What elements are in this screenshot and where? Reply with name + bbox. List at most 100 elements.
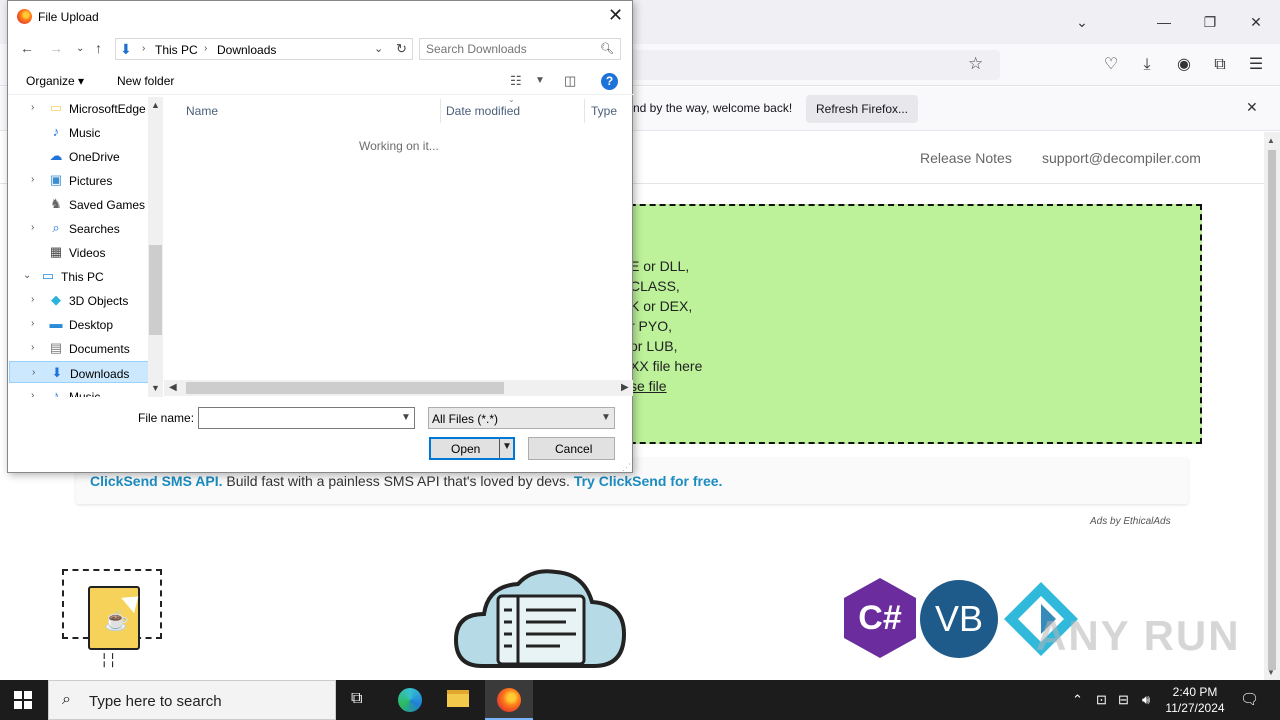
column-divider[interactable] xyxy=(584,99,585,123)
nav-tree-item[interactable]: ♞ Saved Games xyxy=(9,193,149,215)
address-bar[interactable]: ⬇ › This PC › Downloads ⌄ ↻ xyxy=(115,38,413,60)
downloads-icon[interactable]: ⤓ xyxy=(1136,54,1158,76)
file-list-pane[interactable]: ⌄ Name Date modified Type Working on it.… xyxy=(164,95,633,397)
open-split-divider xyxy=(499,439,500,458)
bookmark-star-icon[interactable]: ☆ xyxy=(968,54,983,74)
notification-center-icon[interactable]: 🗨︎ xyxy=(1240,690,1259,708)
nav-tree-item[interactable]: › ▬ Desktop xyxy=(9,313,149,335)
back-arrow-icon[interactable]: ← xyxy=(20,40,34,56)
expand-chevron-icon[interactable]: ⌄ xyxy=(23,270,31,281)
menu-icon[interactable]: ☰ xyxy=(1245,54,1267,76)
refresh-icon[interactable]: ↻ xyxy=(396,41,407,57)
cancel-button[interactable]: Cancel xyxy=(528,437,615,460)
resize-grip-icon[interactable]: ⋰ xyxy=(622,462,631,473)
new-folder-button[interactable]: New folder xyxy=(117,74,174,88)
expand-chevron-icon[interactable]: › xyxy=(31,222,34,233)
ad-credit[interactable]: Ads by EthicalAds xyxy=(1090,516,1171,527)
navigation-scrollbar-thumb[interactable] xyxy=(149,245,162,335)
navigation-scrollbar[interactable]: ▲ ▼ xyxy=(148,97,163,397)
page-scrollbar[interactable]: ▲ ▼ xyxy=(1264,132,1280,680)
nav-tree-item[interactable]: ⌄ ▭ This PC xyxy=(9,265,149,287)
breadcrumb-this-pc[interactable]: This PC xyxy=(155,43,198,57)
column-header-name[interactable]: Name xyxy=(186,104,218,118)
scroll-up-arrow-icon[interactable]: ▲ xyxy=(1267,136,1275,145)
open-button[interactable]: Open ▼ xyxy=(429,437,515,460)
search-downloads-box[interactable]: 🔍︎ xyxy=(419,38,621,60)
file-name-dropdown-icon[interactable]: ▼ xyxy=(401,412,411,423)
nav-tree-item[interactable]: ♪ Music xyxy=(9,121,149,143)
firefox-taskbar-button[interactable] xyxy=(485,680,533,720)
windows-start-icon[interactable] xyxy=(14,691,32,709)
file-name-combobox[interactable]: ▼ xyxy=(198,407,415,429)
nav-support-email[interactable]: support@decompiler.com xyxy=(1042,150,1201,166)
edge-taskbar-button[interactable] xyxy=(386,680,434,720)
expand-chevron-icon[interactable]: › xyxy=(31,342,34,353)
expand-chevron-icon[interactable]: › xyxy=(31,318,34,329)
tab-list-chevron-icon[interactable]: ⌄ xyxy=(1072,12,1092,32)
view-dropdown-icon[interactable]: ▼ xyxy=(535,75,545,86)
ad-brand[interactable]: ClickSend SMS API. xyxy=(90,473,223,489)
system-clock[interactable]: 2:40 PM 11/27/2024 xyxy=(1162,684,1228,716)
nav-tree-item[interactable]: › ◆ 3D Objects xyxy=(9,289,149,311)
organize-button[interactable]: Organize ▾ xyxy=(26,74,84,88)
nav-tree-item[interactable]: › ▣ Pictures xyxy=(9,169,149,191)
nav-tree-item[interactable]: › ▤ Documents xyxy=(9,337,149,359)
address-dropdown-icon[interactable]: ⌄ xyxy=(374,42,383,55)
breadcrumb-downloads[interactable]: Downloads xyxy=(217,43,276,57)
expand-chevron-icon[interactable]: › xyxy=(31,390,34,397)
nav-tree-item[interactable]: › ⌕ Searches xyxy=(9,217,149,239)
file-dropzone[interactable]: E or DLL, CLASS, K or DEX, r PYO, or LUB… xyxy=(600,204,1202,444)
recent-locations-chevron-icon[interactable]: ⌄ xyxy=(76,43,84,54)
horizontal-scrollbar-thumb[interactable] xyxy=(186,382,504,394)
pocket-icon[interactable]: ♡ xyxy=(1100,54,1122,76)
close-window-button[interactable]: ✕ xyxy=(1246,12,1266,32)
help-icon[interactable]: ? xyxy=(601,73,618,90)
scroll-left-icon[interactable]: ◀ xyxy=(169,382,177,393)
horizontal-scrollbar[interactable]: ◀ ▶ xyxy=(164,380,633,396)
open-dropdown-icon[interactable]: ▼ xyxy=(502,441,512,452)
preview-pane-icon[interactable]: ◫ xyxy=(564,73,576,89)
nav-tree-item[interactable]: › ♪ Music xyxy=(9,385,149,397)
forward-arrow-icon[interactable]: → xyxy=(49,40,63,56)
expand-chevron-icon[interactable]: › xyxy=(31,294,34,305)
column-divider[interactable] xyxy=(440,99,441,123)
scroll-down-arrow-icon[interactable]: ▼ xyxy=(1267,668,1275,677)
show-hidden-icons-chevron-icon[interactable]: ⌃ xyxy=(1072,692,1083,708)
browse-file-link[interactable]: se file xyxy=(630,378,667,394)
nav-tree-item[interactable]: › ⬇ Downloads xyxy=(9,361,149,383)
nav-tree-item[interactable]: ▦ Videos xyxy=(9,241,149,263)
task-view-button[interactable]: ⧉ xyxy=(336,680,384,720)
column-header-date-modified[interactable]: Date modified xyxy=(446,104,520,118)
network-icon[interactable]: ⊟ xyxy=(1118,692,1129,708)
nav-release-notes[interactable]: Release Notes xyxy=(920,150,1012,166)
expand-chevron-icon[interactable]: › xyxy=(31,174,34,185)
expand-chevron-icon[interactable]: › xyxy=(31,102,34,113)
search-input[interactable] xyxy=(426,41,596,57)
meet-now-icon[interactable]: ⊡ xyxy=(1096,692,1107,708)
account-icon[interactable]: ◉ xyxy=(1173,54,1195,76)
view-options-icon[interactable]: ☷ xyxy=(510,73,522,89)
file-type-select[interactable]: All Files (*.*) ▼ xyxy=(428,407,615,429)
nav-scroll-up-icon[interactable]: ▲ xyxy=(151,100,160,110)
expand-chevron-icon[interactable]: › xyxy=(32,367,35,378)
taskbar-search-box[interactable]: ⌕ Type here to search xyxy=(48,680,336,720)
page-scrollbar-thumb[interactable] xyxy=(1268,150,1276,670)
url-bar[interactable] xyxy=(600,50,1000,80)
file-name-input[interactable] xyxy=(203,410,393,426)
minimize-button[interactable]: — xyxy=(1154,12,1174,32)
scroll-right-icon[interactable]: ▶ xyxy=(621,382,629,393)
file-type-dropdown-icon[interactable]: ▼ xyxy=(601,412,611,423)
notification-close-icon[interactable]: ✕ xyxy=(1246,99,1258,116)
file-explorer-taskbar-button[interactable] xyxy=(434,680,482,720)
extensions-icon[interactable]: ⧉ xyxy=(1209,54,1231,76)
restore-button[interactable]: ❐ xyxy=(1200,12,1220,32)
refresh-firefox-button[interactable]: Refresh Firefox... xyxy=(806,95,918,123)
nav-scroll-down-icon[interactable]: ▼ xyxy=(151,383,160,393)
volume-icon[interactable]: 🔊︎ xyxy=(1142,692,1150,708)
dialog-close-button[interactable]: ✕ xyxy=(608,5,623,26)
ad-cta-link[interactable]: Try ClickSend for free. xyxy=(574,473,723,489)
column-header-type[interactable]: Type xyxy=(591,104,617,118)
up-arrow-icon[interactable]: ↑ xyxy=(95,40,102,56)
nav-tree-item[interactable]: › ▭ MicrosoftEdge xyxy=(9,97,149,119)
nav-tree-item[interactable]: ☁ OneDrive xyxy=(9,145,149,167)
